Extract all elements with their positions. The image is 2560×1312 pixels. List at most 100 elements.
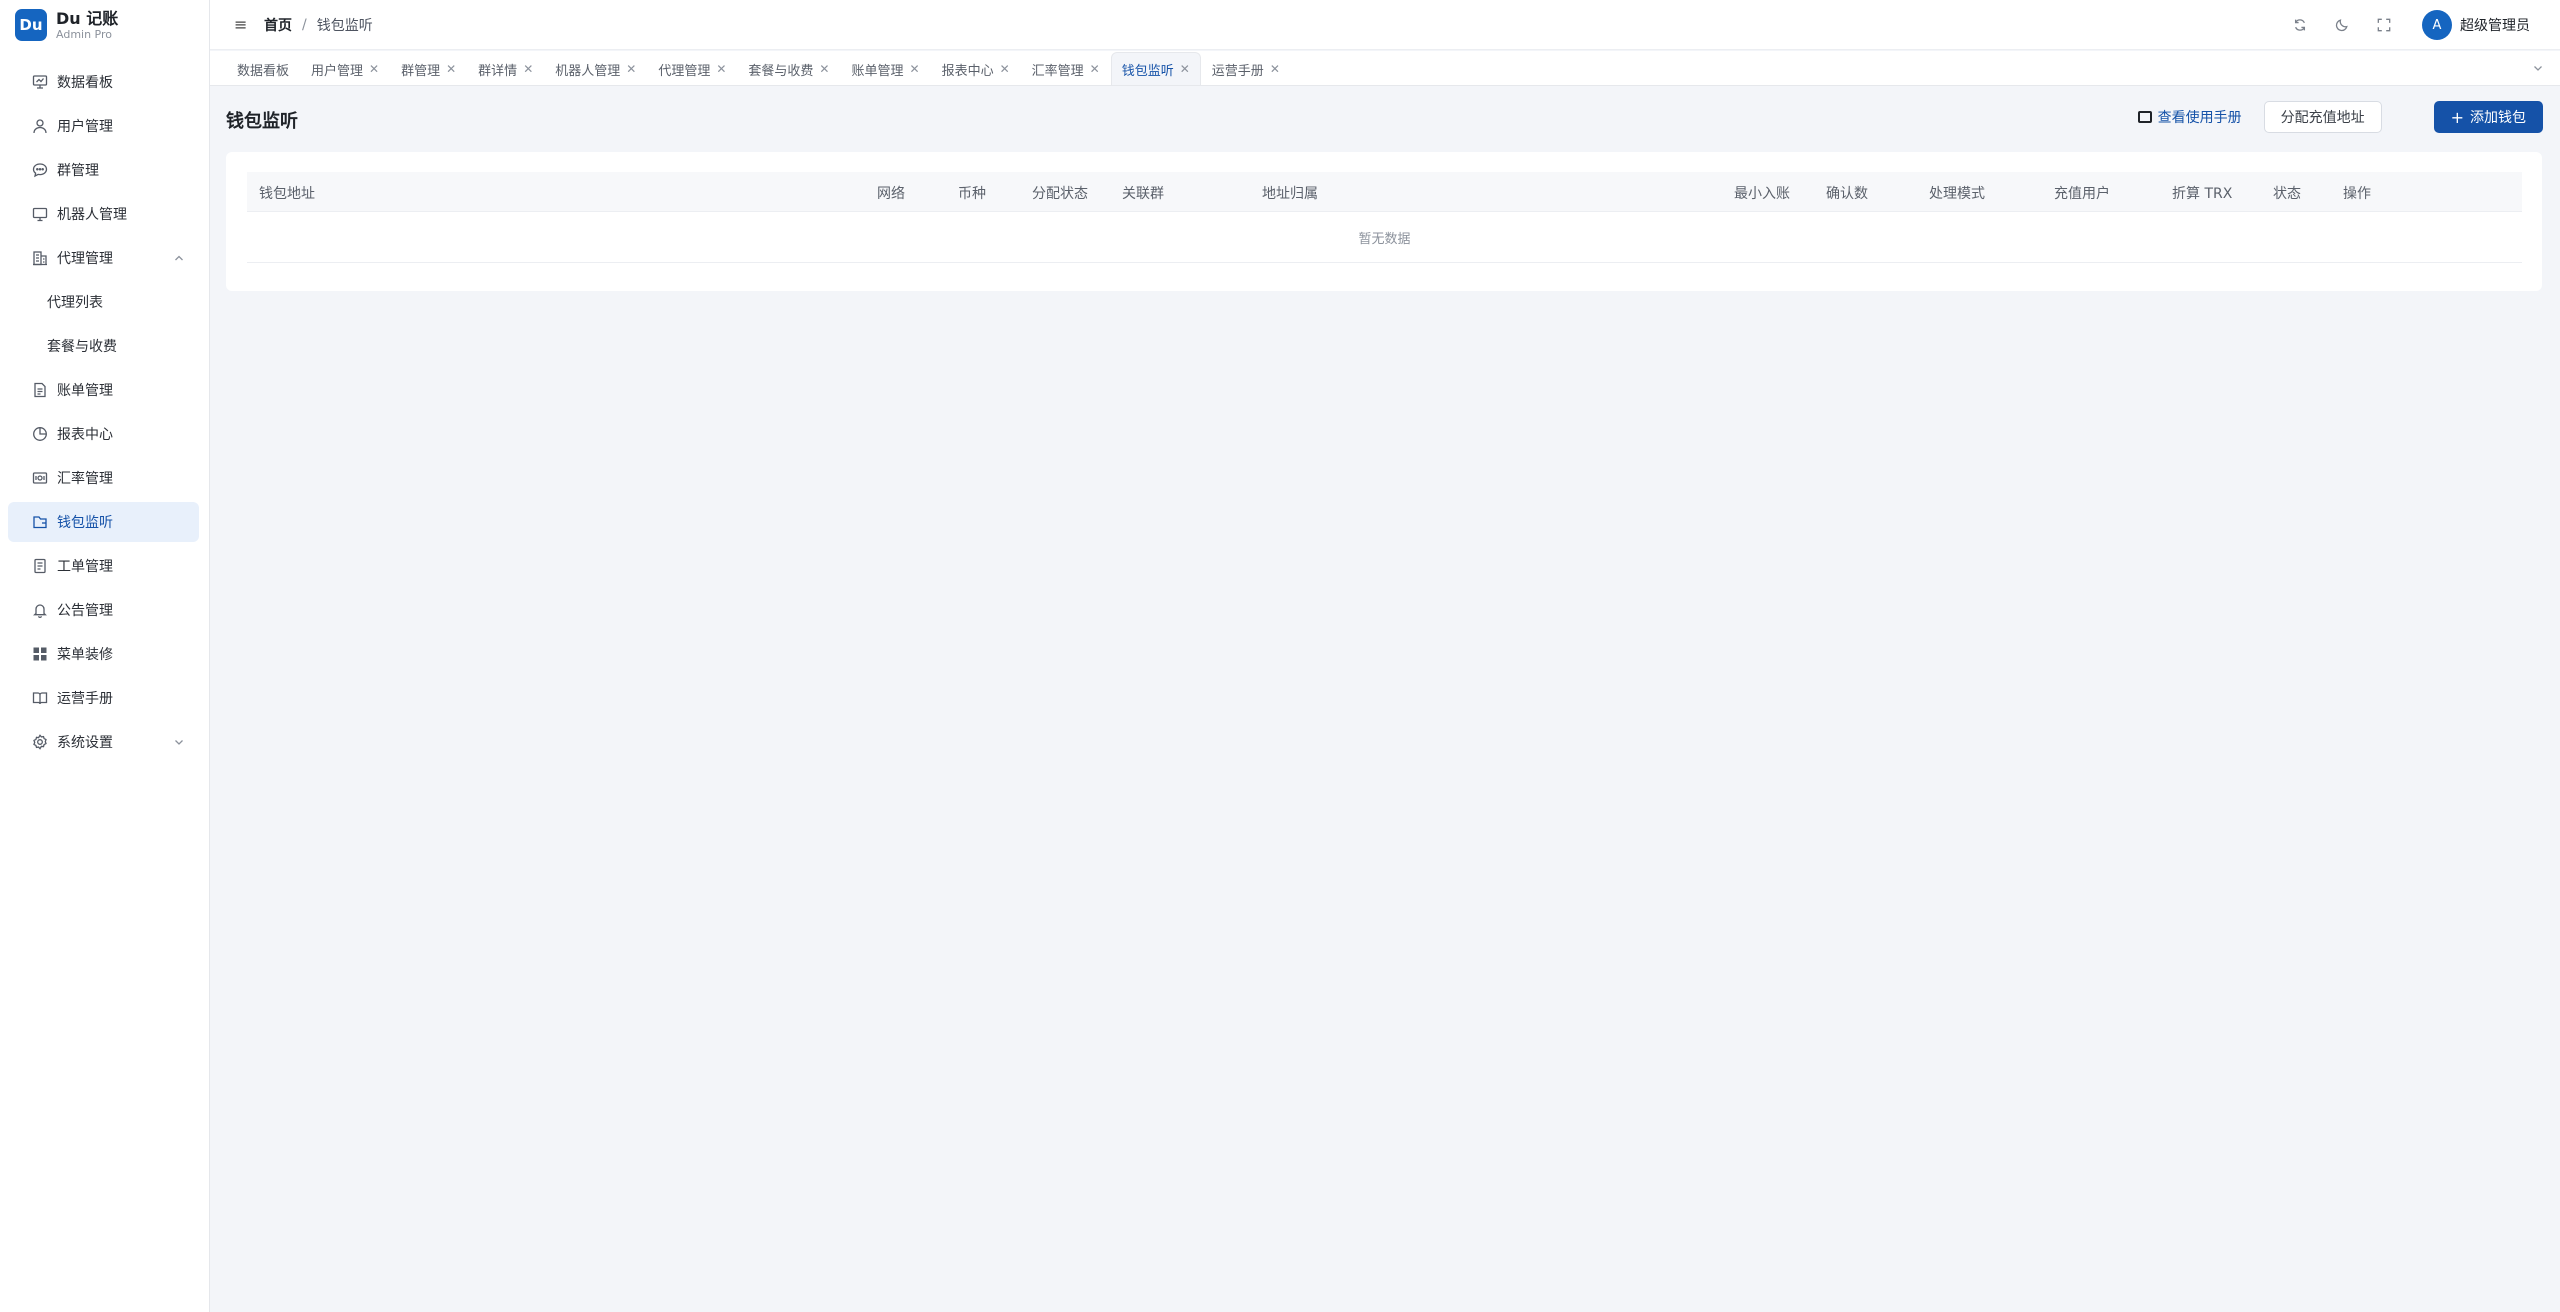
tab-ops-manual[interactable]: 运营手册 ✕ (1201, 52, 1291, 85)
dashboard-icon (32, 74, 48, 90)
close-icon[interactable]: ✕ (446, 62, 456, 76)
refresh-icon[interactable] (2292, 17, 2308, 33)
tab-users[interactable]: 用户管理 ✕ (300, 52, 390, 85)
sidebar-item-label: 机器人管理 (57, 207, 127, 223)
chevron-down-icon (171, 734, 187, 750)
column-header: 处理模式 (1929, 186, 1985, 202)
sidebar-item-label: 代理列表 (47, 295, 103, 311)
ticket-icon (32, 558, 48, 574)
assign-address-button[interactable]: 分配充值地址 (2263, 101, 2382, 133)
sidebar-item-settings[interactable]: 系统设置 (8, 722, 199, 762)
top-header: ≡ 首页 / 钱包监听 A 超级管理员 (210, 0, 2560, 50)
sidebar-item-rates[interactable]: 汇率管理 (8, 458, 199, 498)
avatar[interactable]: A (2422, 10, 2452, 40)
bell-icon (32, 602, 48, 618)
close-icon[interactable]: ✕ (910, 62, 920, 76)
tab-label: 群管理 (401, 63, 441, 79)
sidebar-item-label: 运营手册 (57, 691, 113, 707)
sidebar-item-label: 公告管理 (57, 603, 113, 619)
book-icon (2137, 111, 2152, 123)
add-wallet-button[interactable]: + 添加钱包 (2433, 101, 2543, 133)
tab-label: 报表中心 (941, 63, 994, 79)
pie-chart-icon (32, 426, 48, 442)
chevron-down-icon[interactable] (2530, 60, 2546, 76)
sidebar-item-wallet-monitor[interactable]: 钱包监听 (8, 502, 199, 542)
tab-reports[interactable]: 报表中心 ✕ (931, 52, 1021, 85)
tab-bots[interactable]: 机器人管理 ✕ (544, 52, 647, 85)
sidebar-item-label: 菜单装修 (57, 647, 113, 663)
column-header: 钱包地址 (259, 186, 315, 202)
assign-address-label: 分配充值地址 (2280, 110, 2365, 126)
close-icon[interactable]: ✕ (1090, 62, 1100, 76)
building-icon (32, 250, 48, 266)
close-icon[interactable]: ✕ (819, 62, 829, 76)
page-title: 钱包监听 (226, 111, 298, 132)
tab-label: 用户管理 (311, 63, 364, 79)
exchange-icon (32, 470, 48, 486)
sidebar-item-label: 工单管理 (57, 559, 113, 575)
add-wallet-label: 添加钱包 (2470, 110, 2526, 126)
column-header: 操作 (2343, 186, 2371, 202)
tab-label: 数据看板 (237, 63, 290, 79)
view-manual-link[interactable]: 查看使用手册 (2137, 107, 2242, 127)
sidebar-item-bills[interactable]: 账单管理 (8, 370, 199, 410)
page-tabs: 数据看板 用户管理 ✕ 群管理 ✕ 群详情 ✕ 机器人管理 ✕ 代理管理 ✕ 套餐与收费 ✕… (210, 51, 2560, 86)
plus-icon: + (2450, 107, 2464, 127)
sidebar-item-ops-manual[interactable]: 运营手册 (8, 678, 199, 718)
tab-label: 运营手册 (1211, 63, 1264, 79)
fullscreen-icon[interactable] (2376, 17, 2392, 33)
sidebar-item-tickets[interactable]: 工单管理 (8, 546, 199, 586)
sidebar-item-label: 群管理 (57, 163, 99, 179)
sidebar-item-dashboard[interactable]: 数据看板 (8, 62, 199, 102)
monitor-icon (32, 206, 48, 222)
column-header: 确认数 (1826, 186, 1868, 202)
chat-icon (32, 162, 48, 178)
tab-rates[interactable]: 汇率管理 ✕ (1021, 52, 1111, 85)
tab-dashboard[interactable]: 数据看板 (226, 52, 300, 85)
sidebar-item-reports[interactable]: 报表中心 (8, 414, 199, 454)
dark-mode-icon[interactable] (2334, 17, 2350, 33)
sidebar-item-label: 代理管理 (57, 251, 113, 267)
tab-plans[interactable]: 套餐与收费 ✕ (737, 52, 840, 85)
breadcrumb-home[interactable]: 首页 (264, 15, 292, 35)
close-icon[interactable]: ✕ (1270, 62, 1280, 76)
close-icon[interactable]: ✕ (626, 62, 636, 76)
close-icon[interactable]: ✕ (523, 62, 533, 76)
brand[interactable]: Du Du 记账 Admin Pro (0, 0, 209, 50)
sidebar-item-announcements[interactable]: 公告管理 (8, 590, 199, 630)
tab-wallet-monitor[interactable]: 钱包监听 ✕ (1110, 52, 1201, 85)
wallet-table-card: 钱包地址 网络 币种 分配状态 关联群 地址归属 最小入账 确认数 处理模式 充… (226, 152, 2542, 291)
tab-label: 代理管理 (658, 63, 711, 79)
tab-groups[interactable]: 群管理 ✕ (390, 52, 467, 85)
column-header: 关联群 (1122, 186, 1164, 202)
sidebar-item-agents[interactable]: 代理管理 (8, 238, 199, 278)
close-icon[interactable]: ✕ (1000, 62, 1010, 76)
close-icon[interactable]: ✕ (369, 62, 379, 76)
tab-bills[interactable]: 账单管理 ✕ (840, 52, 930, 85)
sidebar-item-agent-list[interactable]: 代理列表 (8, 282, 199, 322)
tab-label: 钱包监听 (1121, 63, 1174, 79)
sidebar-item-label: 汇率管理 (57, 471, 113, 487)
menu-toggle-icon[interactable]: ≡ (234, 15, 248, 34)
table-header: 钱包地址 网络 币种 分配状态 关联群 地址归属 最小入账 确认数 处理模式 充… (247, 172, 2522, 212)
sidebar-item-bots[interactable]: 机器人管理 (8, 194, 199, 234)
empty-state: 暂无数据 (247, 213, 2522, 263)
sidebar-item-plans[interactable]: 套餐与收费 (8, 326, 199, 366)
close-icon[interactable]: ✕ (1180, 62, 1190, 76)
breadcrumb: 首页 / 钱包监听 (264, 15, 373, 35)
sidebar: Du Du 记账 Admin Pro 数据看板 用户管理 群管理 机器人管理 代… (0, 0, 210, 1312)
sidebar-item-menu-design[interactable]: 菜单装修 (8, 634, 199, 674)
sidebar-item-groups[interactable]: 群管理 (8, 150, 199, 190)
chevron-up-icon (171, 250, 187, 266)
book-icon (32, 690, 48, 706)
sidebar-item-label: 套餐与收费 (47, 339, 117, 355)
user-icon (32, 118, 48, 134)
sidebar-item-label: 钱包监听 (57, 515, 113, 531)
column-header: 折算 TRX (2172, 186, 2233, 202)
tab-group-detail[interactable]: 群详情 ✕ (467, 52, 544, 85)
close-icon[interactable]: ✕ (716, 62, 726, 76)
user-name[interactable]: 超级管理员 (2460, 15, 2530, 35)
page-actions: 查看使用手册 分配充值地址 + 添加钱包 (2137, 101, 2543, 133)
tab-agents[interactable]: 代理管理 ✕ (647, 52, 737, 85)
sidebar-item-users[interactable]: 用户管理 (8, 106, 199, 146)
